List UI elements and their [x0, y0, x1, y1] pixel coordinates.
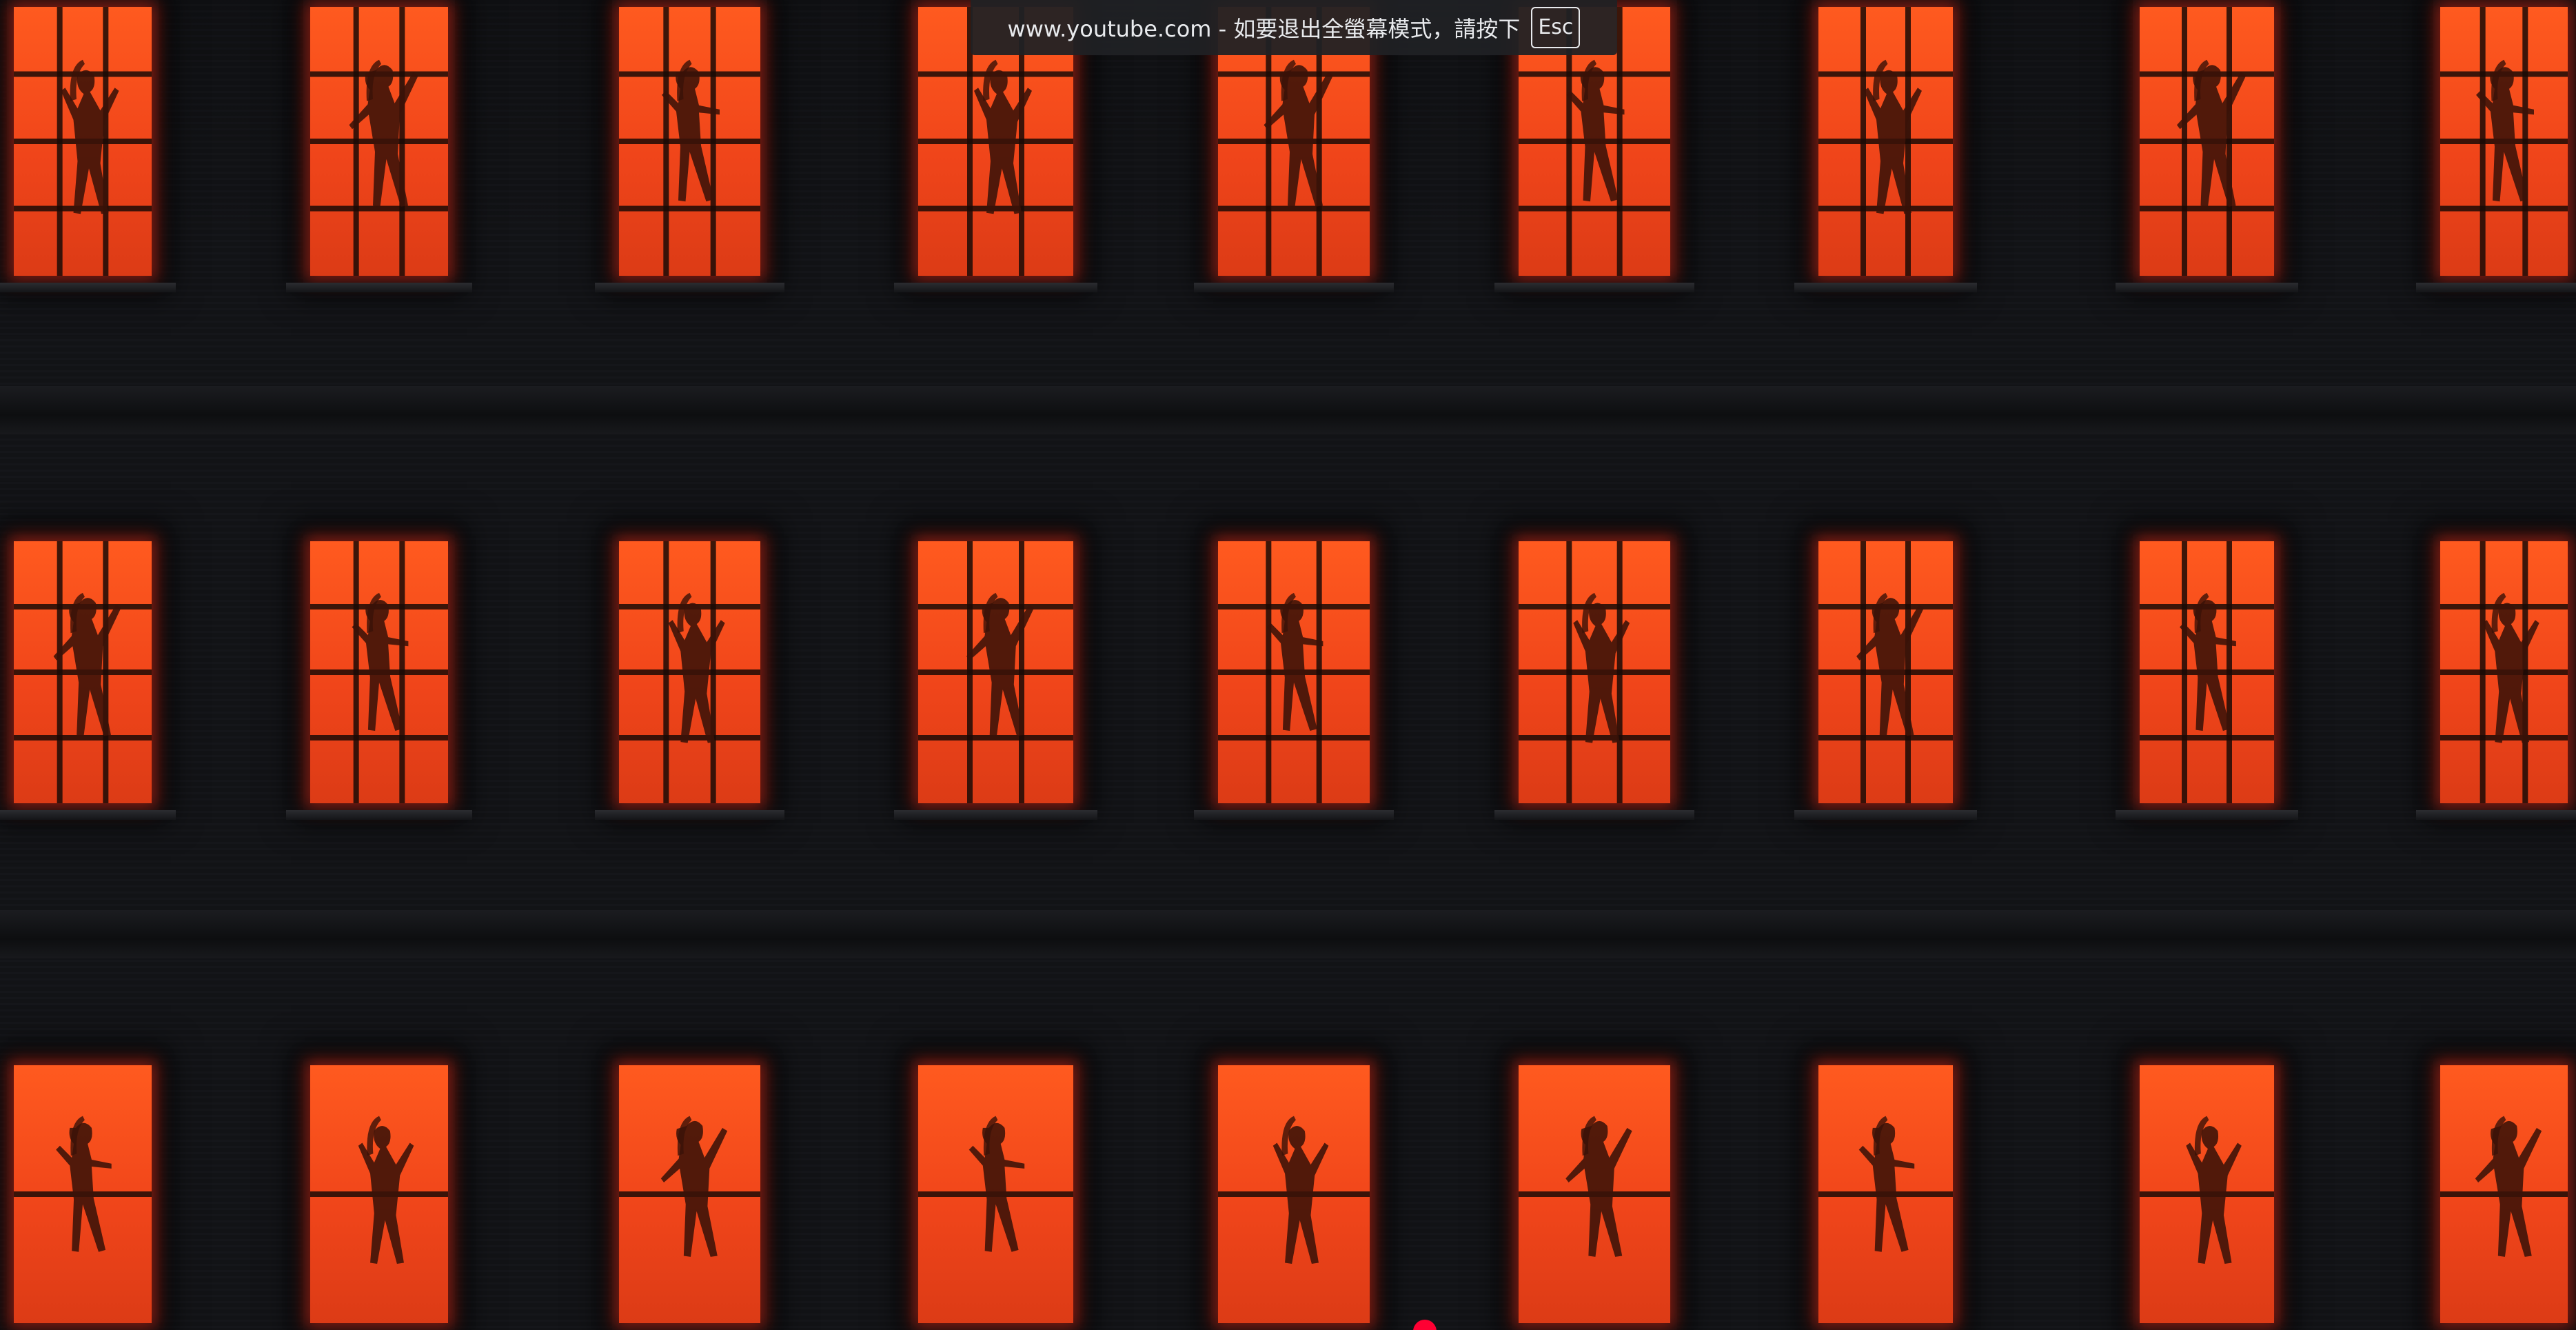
dancer-silhouette: [2440, 1116, 2568, 1257]
fullscreen-exit-banner: www.youtube.com - 如要退出全螢幕模式，請按下 Esc: [971, 0, 1617, 55]
dancer-silhouette: [2440, 541, 2568, 803]
dancer-silhouette: [310, 1116, 448, 1264]
dancer-silhouette: [1218, 1116, 1370, 1264]
dancer-silhouette: [2440, 7, 2568, 276]
dancer-silhouette: [619, 541, 760, 803]
dancer-silhouette: [1218, 541, 1370, 803]
window-sill: [0, 283, 176, 292]
window-sill: [1494, 283, 1694, 292]
dancer-silhouette: [1818, 541, 1953, 803]
lit-window: [911, 534, 1080, 810]
lit-window: [2433, 0, 2575, 283]
dancer-silhouette: [2140, 1116, 2274, 1264]
window-sill: [1194, 283, 1394, 292]
dancer-silhouette: [14, 7, 152, 276]
lit-window: [303, 534, 455, 810]
dancer-silhouette: [1519, 1116, 1670, 1257]
floor-ledge: [0, 910, 2576, 958]
lit-window: [1812, 0, 1960, 283]
dancer-silhouette: [310, 7, 448, 276]
dancer-silhouette: [1818, 7, 1953, 276]
dancer-silhouette: [14, 541, 152, 803]
lit-window: [2433, 534, 2575, 810]
floor-ledge: [0, 386, 2576, 434]
window-sill: [894, 283, 1097, 292]
lit-window: [303, 0, 455, 283]
window-sill: [2416, 810, 2576, 820]
dancer-silhouette: [619, 1116, 760, 1257]
window-sill: [1194, 810, 1394, 820]
window-sill: [894, 810, 1097, 820]
lit-window: [303, 1058, 455, 1330]
dancer-silhouette: [2140, 7, 2274, 276]
lit-window: [2133, 534, 2281, 810]
lit-window: [2133, 1058, 2281, 1330]
window-sill: [2116, 283, 2298, 292]
window-sill: [0, 810, 176, 820]
dancer-silhouette: [918, 1116, 1073, 1252]
window-sill: [595, 810, 784, 820]
lit-window: [911, 1058, 1080, 1330]
window-sill: [286, 283, 472, 292]
window-sill: [2416, 283, 2576, 292]
dancer-silhouette: [14, 1116, 152, 1252]
dancer-silhouette: [2140, 541, 2274, 803]
lit-window: [1512, 1058, 1677, 1330]
video-player[interactable]: www.youtube.com - 如要退出全螢幕模式，請按下 Esc: [0, 0, 2576, 1330]
dancer-silhouette: [918, 541, 1073, 803]
lit-window: [7, 534, 159, 810]
dancer-silhouette: [619, 7, 760, 276]
lit-window: [1812, 534, 1960, 810]
window-sill: [1794, 810, 1977, 820]
window-sill: [1494, 810, 1694, 820]
lit-window: [1812, 1058, 1960, 1330]
window-sill: [1794, 283, 1977, 292]
lit-window: [612, 0, 767, 283]
lit-window: [612, 1058, 767, 1330]
dancer-silhouette: [310, 541, 448, 803]
red-dot-icon[interactable]: [1413, 1320, 1437, 1330]
lit-window: [2433, 1058, 2575, 1330]
esc-key-hint: Esc: [1531, 7, 1581, 48]
window-sill: [595, 283, 784, 292]
lit-window: [7, 1058, 159, 1330]
lit-window: [1211, 534, 1377, 810]
lit-window: [612, 534, 767, 810]
lit-window: [7, 0, 159, 283]
window-sill: [286, 810, 472, 820]
dancer-silhouette: [1818, 1116, 1953, 1252]
window-sill: [2116, 810, 2298, 820]
lit-window: [2133, 0, 2281, 283]
lit-window: [1211, 1058, 1377, 1330]
dancer-silhouette: [1519, 541, 1670, 803]
fullscreen-exit-message: www.youtube.com - 如要退出全螢幕模式，請按下: [1007, 16, 1521, 42]
lit-window: [1512, 534, 1677, 810]
